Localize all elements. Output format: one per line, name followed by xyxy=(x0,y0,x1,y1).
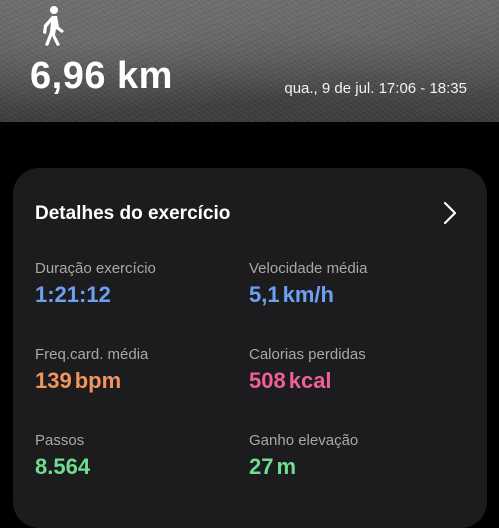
chevron-right-icon[interactable] xyxy=(441,200,459,226)
metric-label: Ganho elevação xyxy=(249,432,359,449)
metric-heart-rate: Freq.card. média 139 bpm xyxy=(35,346,148,394)
exercise-datetime: qua., 9 de jul. 17:06 - 18:35 xyxy=(284,80,467,97)
metric-value: 8.564 xyxy=(35,454,91,479)
metric-value: 27 m xyxy=(249,454,297,479)
metric-label: Freq.card. média xyxy=(35,346,149,363)
distance-value: 6,96 km xyxy=(30,55,173,97)
metric-duration: Duração exercício 1:21:12 xyxy=(35,260,156,308)
metric-value: 139 bpm xyxy=(35,368,122,393)
metric-value: 1:21:12 xyxy=(35,282,111,307)
metric-steps: Passos 8.564 xyxy=(35,432,90,480)
walking-person-icon xyxy=(43,6,64,46)
metric-elevation-gain: Ganho elevação 27 m xyxy=(249,432,358,480)
metric-unit: m xyxy=(276,454,297,479)
exercise-header: 6,96 km qua., 9 de jul. 17:06 - 18:35 xyxy=(0,0,499,122)
metric-calories: Calorias perdidas 508 kcal xyxy=(249,346,366,394)
metric-average-speed: Velocidade média 5,1 km/h xyxy=(249,260,367,308)
metric-unit: km/h xyxy=(282,282,334,307)
card-title: Detalhes do exercício xyxy=(35,203,231,224)
metric-value: 5,1 km/h xyxy=(249,282,334,307)
metric-value: 508 kcal xyxy=(249,368,332,393)
metric-label: Calorias perdidas xyxy=(249,346,366,363)
metric-label: Velocidade média xyxy=(249,260,368,277)
metric-label: Passos xyxy=(35,432,85,449)
exercise-details-card[interactable]: Detalhes do exercício Duração exercício … xyxy=(13,168,487,528)
metric-unit: bpm xyxy=(74,368,122,393)
metric-label: Duração exercício xyxy=(35,260,156,277)
metric-unit: kcal xyxy=(288,368,332,393)
